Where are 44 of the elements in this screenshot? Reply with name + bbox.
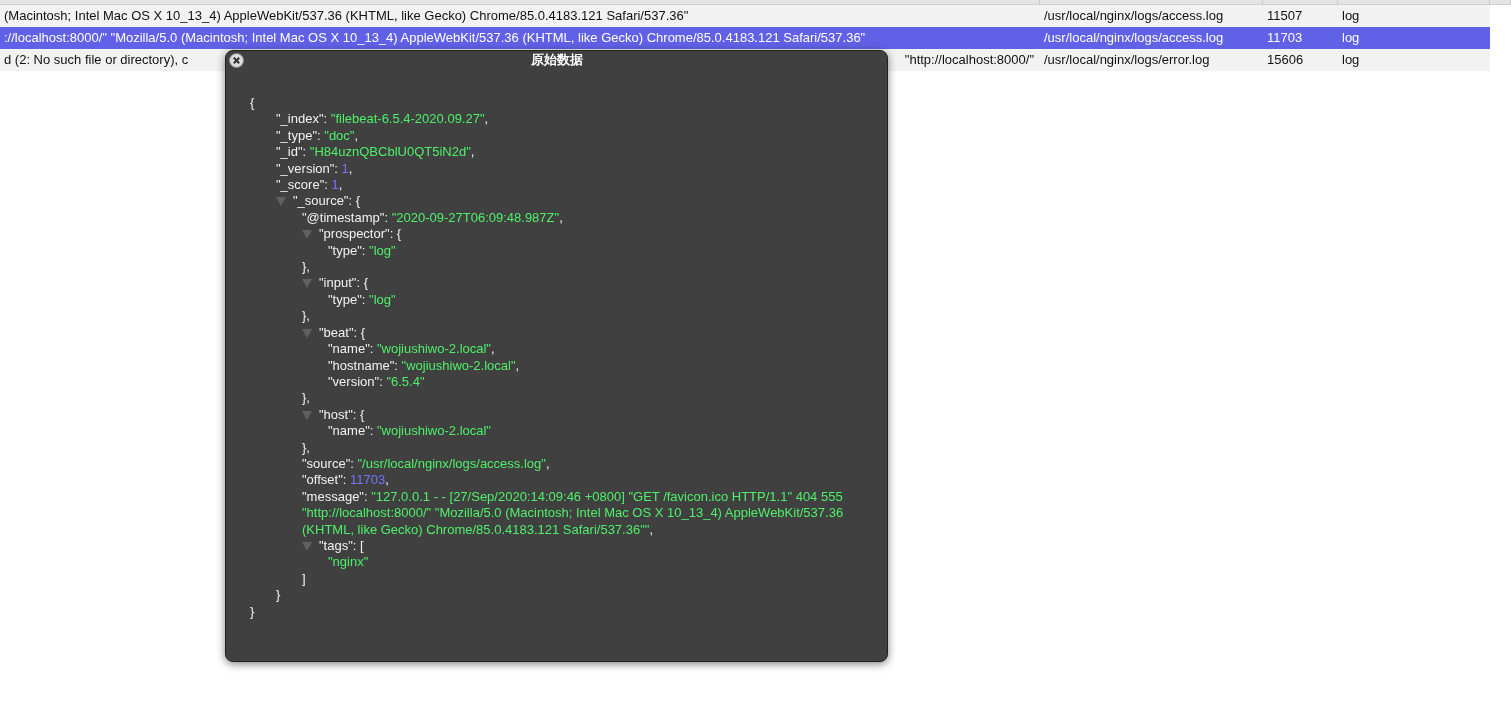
json-bracket: } (250, 603, 255, 619)
json-line: "_type": "doc", (276, 127, 359, 143)
json-bracket: }, (302, 439, 310, 455)
offset-value: 11507 (1267, 8, 1303, 24)
type-value: log (1342, 30, 1360, 46)
json-key: "tags": [ (319, 537, 364, 553)
json-line: "_score": 1, (276, 177, 343, 193)
json-bracket: }, (302, 390, 310, 406)
json-line: "_id": "H84uznQBCblU0QT5iN2d", (276, 144, 475, 160)
source-path: /usr/local/nginx/logs/error.log (1044, 52, 1210, 68)
json-key: "input": { (319, 275, 368, 291)
message-text: d (2: No such file or directory), c (4, 51, 189, 70)
json-key: "beat": { (319, 324, 366, 340)
json-key: { (250, 95, 255, 110)
message-text: (Macintosh; Intel Mac OS X 10_13_4) AppleWebKit/537.36 (KHTML, like Gecko) Chrome/85.0.4183.121 Safari/537.36" (4, 7, 689, 26)
dialog-title: 原始数据 (530, 51, 583, 70)
json-bracket: }, (302, 259, 310, 275)
json-line: "version": "6.5.4" (328, 373, 425, 389)
json-line: "hostname": "wojiushiwo-2.local", (328, 357, 520, 373)
offset-value: 11703 (1267, 30, 1303, 46)
source-path: /usr/local/nginx/logs/access.log (1044, 30, 1224, 46)
json-line: "offset": 11703, (302, 472, 389, 488)
json-line: "_version": 1, (276, 160, 353, 176)
message-text: ://localhost:8000/" "Mozilla/5.0 (Macintosh; Intel Mac OS X 10_13_4) AppleWebKit/537.36 (KHTML, like Gecko) Chrome/85.0.4183.121 Safari/537.36" (4, 29, 866, 48)
json-bracket: }, (302, 308, 310, 324)
type-value: log (1342, 52, 1360, 68)
json-line: "name": "wojiushiwo-2.local", (328, 341, 495, 357)
json-line: "_index": "filebeat-6.5.4-2020.09.27", (276, 111, 489, 127)
json-key: "_source": { (293, 193, 361, 209)
json-key: "prospector": { (319, 226, 402, 242)
json-line: "@timestamp": "2020-09-27T06:09:48.987Z", (302, 209, 563, 225)
offset-value: 15606 (1267, 52, 1304, 68)
json-line: "nginx" (328, 554, 369, 570)
json-key: "host": { (319, 406, 365, 422)
json-line: "message": "127.0.0.1 - - [27/Sep/2020:14:09:46 +0800] "GET /favicon.ico HTTP/1.1" 404 555 "http://localhost:8000/" "Mozilla/5.0 (Macintosh; Intel Mac OS X 10_13_4) AppleWebKit/537.36 (KHTML, like Gecko) Chrome/85.0.4183.121 Safari/537.36"", (302, 488, 844, 537)
json-line: "source": "/usr/local/nginx/logs/access.log", (302, 455, 550, 471)
message-text: "http://localhost:8000/" (904, 51, 1034, 70)
type-value: log (1342, 8, 1360, 24)
json-line: "name": "wojiushiwo-2.local" (328, 423, 491, 439)
json-bracket: } (276, 587, 281, 603)
json-line: "type": "log" (328, 242, 396, 258)
source-path: /usr/local/nginx/logs/access.log (1044, 8, 1224, 24)
json-bracket: ] (302, 570, 306, 586)
json-line: "type": "log" (328, 291, 396, 307)
